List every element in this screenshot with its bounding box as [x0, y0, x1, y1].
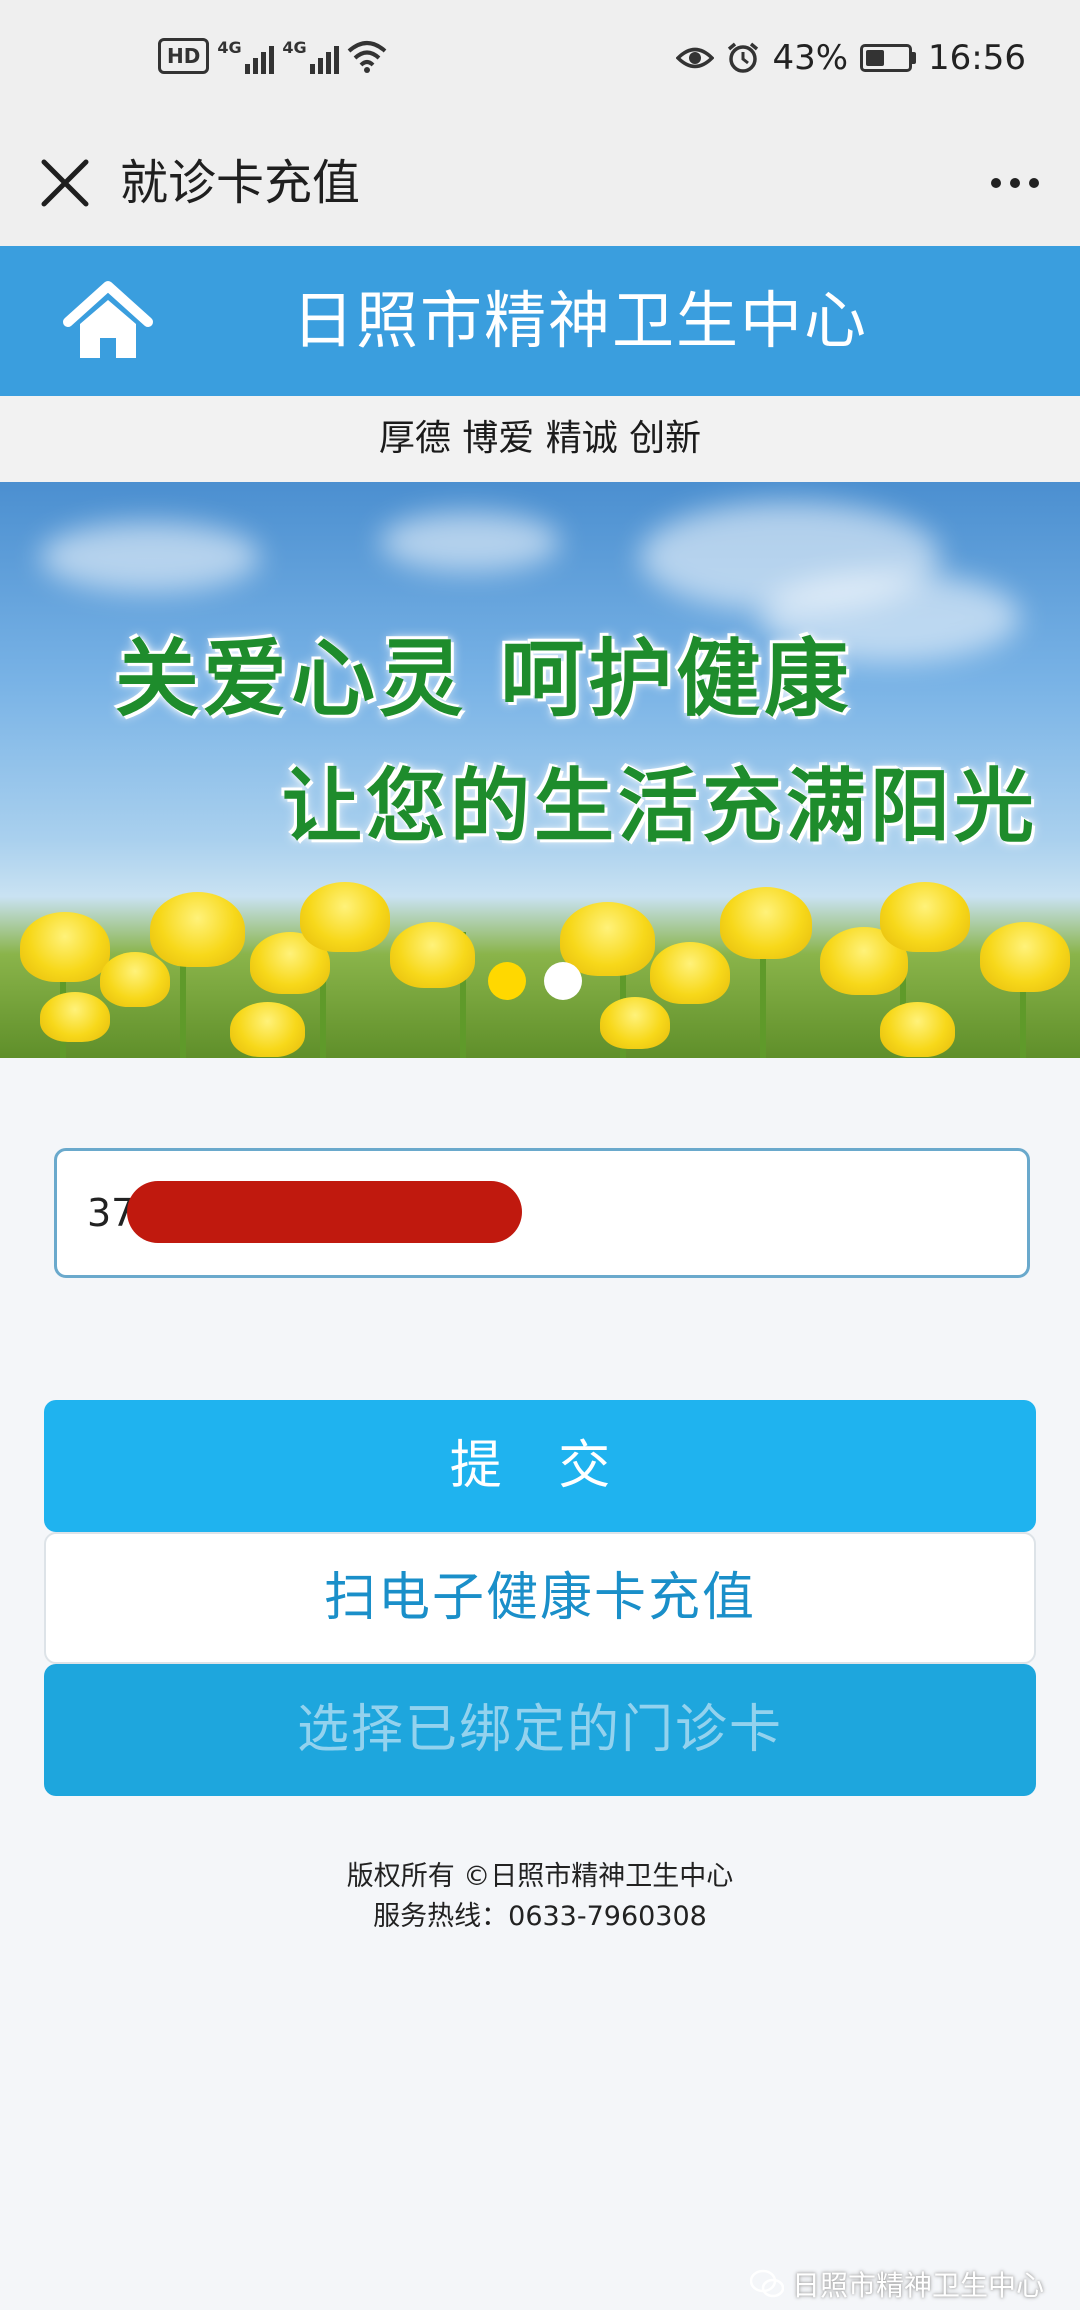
- select-bound-card-button[interactable]: 选择已绑定的门诊卡: [44, 1664, 1036, 1796]
- motto: 厚德 博爱 精诚 创新: [0, 396, 1080, 482]
- close-icon: [41, 159, 89, 207]
- site-header: 日照市精神卫生中心: [0, 246, 1080, 396]
- page-title: 就诊卡充值: [120, 155, 361, 211]
- redaction-mark: [127, 1181, 522, 1243]
- copyright: 版权所有 ©日照市精神卫生中心: [346, 1861, 734, 1892]
- status-right: 43% 16:56: [676, 38, 1026, 78]
- wifi-icon: [348, 41, 387, 73]
- watermark: 日照市精神卫生中心: [749, 2264, 1044, 2304]
- banner-headline-1: 关爱心灵 呵护健康: [115, 630, 853, 728]
- more-icon: [991, 178, 1001, 188]
- eye-icon: [676, 47, 715, 69]
- title-bar: 就诊卡充值: [0, 120, 1080, 246]
- hotline: 服务热线：0633-7960308: [373, 1901, 707, 1932]
- status-left: HD 4G 4G: [158, 38, 387, 74]
- signal-icon: 4G: [217, 38, 275, 74]
- carousel-indicator: [488, 962, 582, 1000]
- clock: 16:56: [928, 38, 1026, 78]
- card-number-input[interactable]: 37: [54, 1148, 1030, 1278]
- scan-health-card-button[interactable]: 扫电子健康卡充值: [44, 1532, 1036, 1664]
- battery-icon: [860, 44, 917, 72]
- watermark-text: 日照市精神卫生中心: [791, 2269, 1044, 2302]
- submit-button[interactable]: 提 交: [44, 1400, 1036, 1532]
- banner-headline-2: 让您的生活充满阳光: [282, 760, 1038, 853]
- org-name: 日照市精神卫生中心: [291, 284, 868, 357]
- wechat-icon: [749, 2269, 784, 2298]
- banner-carousel[interactable]: 关爱心灵 呵护健康 让您的生活充满阳光: [0, 482, 1080, 1058]
- signal-icon-2: 4G: [282, 38, 340, 74]
- status-bar: HD 4G 4G 43% 16:56: [0, 0, 1080, 120]
- alarm-icon: [728, 42, 759, 73]
- close-button[interactable]: [30, 148, 100, 218]
- hd-badge: HD: [158, 38, 210, 74]
- carousel-dot-1[interactable]: [488, 962, 526, 1000]
- battery-percent: 43%: [772, 38, 849, 78]
- carousel-dot-2[interactable]: [544, 962, 582, 1000]
- more-button[interactable]: [980, 148, 1050, 218]
